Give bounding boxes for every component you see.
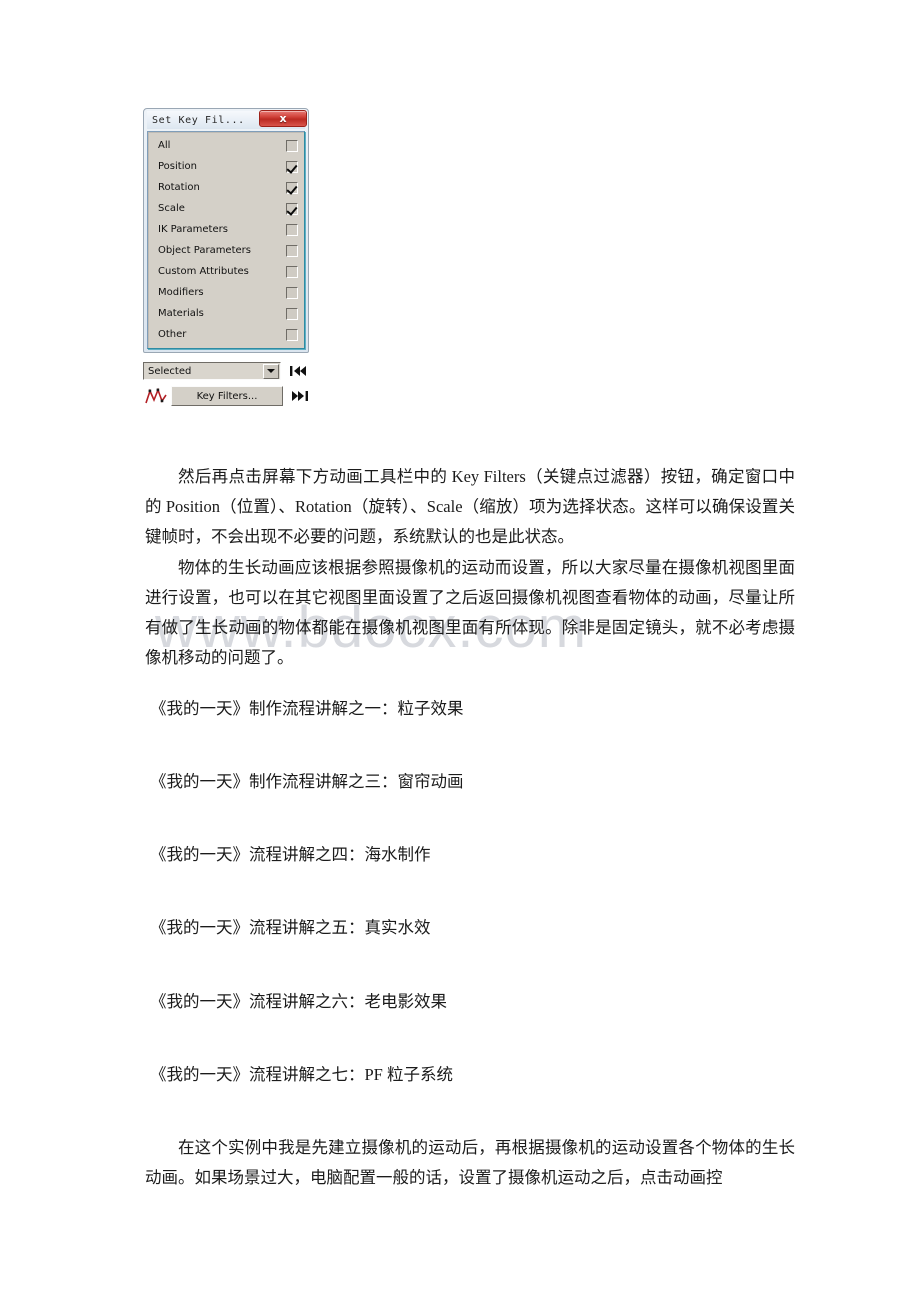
key-mode-dropdown-value: Selected — [148, 365, 192, 377]
filter-checkbox[interactable] — [286, 223, 298, 236]
filter-row-materials[interactable]: Materials — [148, 303, 304, 324]
list-item[interactable]: 《我的一天》制作流程讲解之一：粒子效果 — [150, 696, 464, 722]
filter-checkbox[interactable] — [286, 181, 298, 194]
paragraph-2: 物体的生长动画应该根据参照摄像机的运动而设置，所以大家尽量在摄像机视图里面进行设… — [145, 558, 795, 667]
go-to-start-icon[interactable] — [287, 362, 309, 380]
list-item[interactable]: 《我的一天》制作流程讲解之三：窗帘动画 — [150, 769, 464, 795]
document-page: www.bdocx.com Set Key Fil... x All Positi… — [0, 0, 920, 1302]
key-filters-button-label: Key Filters... — [196, 390, 258, 402]
function-curve-icon[interactable] — [143, 386, 169, 406]
list-item[interactable]: 《我的一天》流程讲解之五：真实水效 — [150, 915, 431, 941]
filter-row-object-parameters[interactable]: Object Parameters — [148, 240, 304, 261]
filter-row-other[interactable]: Other — [148, 324, 304, 345]
filter-row-ik-parameters[interactable]: IK Parameters — [148, 219, 304, 240]
chevron-down-icon[interactable] — [263, 363, 279, 379]
key-filters-list: All Position Rotation Scale IK Parameters Obj… — [147, 131, 305, 349]
list-item[interactable]: 《我的一天》流程讲解之六：老电影效果 — [150, 989, 447, 1015]
filter-row-scale[interactable]: Scale — [148, 198, 304, 219]
filter-checkbox[interactable] — [286, 139, 298, 152]
filter-checkbox[interactable] — [286, 244, 298, 257]
filter-checkbox[interactable] — [286, 286, 298, 299]
filter-label: Other — [158, 329, 187, 340]
close-button-label: x — [279, 112, 287, 125]
filter-row-rotation[interactable]: Rotation — [148, 177, 304, 198]
filter-label: All — [158, 140, 171, 151]
filter-checkbox[interactable] — [286, 160, 298, 173]
dialog-window-frame: Set Key Fil... x All Position Rotation Scal… — [143, 108, 309, 353]
dialog-titlebar[interactable]: Set Key Fil... x — [147, 110, 307, 129]
filter-label: Scale — [158, 203, 185, 214]
filter-label: Materials — [158, 308, 204, 319]
filter-checkbox[interactable] — [286, 202, 298, 215]
set-key-filters-dialog[interactable]: Set Key Fil... x All Position Rotation Scal… — [143, 108, 309, 353]
filter-row-custom-attributes[interactable]: Custom Attributes — [148, 261, 304, 282]
filter-label: Position — [158, 161, 197, 172]
filter-row-modifiers[interactable]: Modifiers — [148, 282, 304, 303]
filter-label: Custom Attributes — [158, 266, 249, 277]
filter-row-all[interactable]: All — [148, 135, 304, 156]
key-mode-dropdown[interactable]: Selected — [143, 362, 281, 380]
key-filters-button[interactable]: Key Filters... — [171, 386, 283, 406]
filter-row-position[interactable]: Position — [148, 156, 304, 177]
filter-label: Modifiers — [158, 287, 204, 298]
filter-checkbox[interactable] — [286, 265, 298, 278]
paragraph-3: 在这个实例中我是先建立摄像机的运动后，再根据摄像机的运动设置各个物体的生长动画。… — [145, 1138, 795, 1187]
go-to-end-icon[interactable] — [289, 387, 311, 405]
filter-checkbox[interactable] — [286, 328, 298, 341]
toolstrip-row-keyfilters: Key Filters... — [143, 385, 313, 407]
animation-toolstrip: Selected Key Filters... — [143, 360, 313, 410]
close-icon[interactable]: x — [259, 110, 307, 127]
filter-label: IK Parameters — [158, 224, 228, 235]
list-item[interactable]: 《我的一天》流程讲解之四：海水制作 — [150, 842, 431, 868]
list-item[interactable]: 《我的一天》流程讲解之七：PF 粒子系统 — [150, 1062, 453, 1088]
toolstrip-row-selected: Selected — [143, 360, 313, 382]
dialog-title: Set Key Fil... — [152, 114, 245, 126]
filter-label: Rotation — [158, 182, 200, 193]
paragraph-1: 然后再点击屏幕下方动画工具栏中的 Key Filters（关键点过滤器）按钮，确… — [145, 467, 795, 546]
filter-checkbox[interactable] — [286, 307, 298, 320]
filter-label: Object Parameters — [158, 245, 251, 256]
